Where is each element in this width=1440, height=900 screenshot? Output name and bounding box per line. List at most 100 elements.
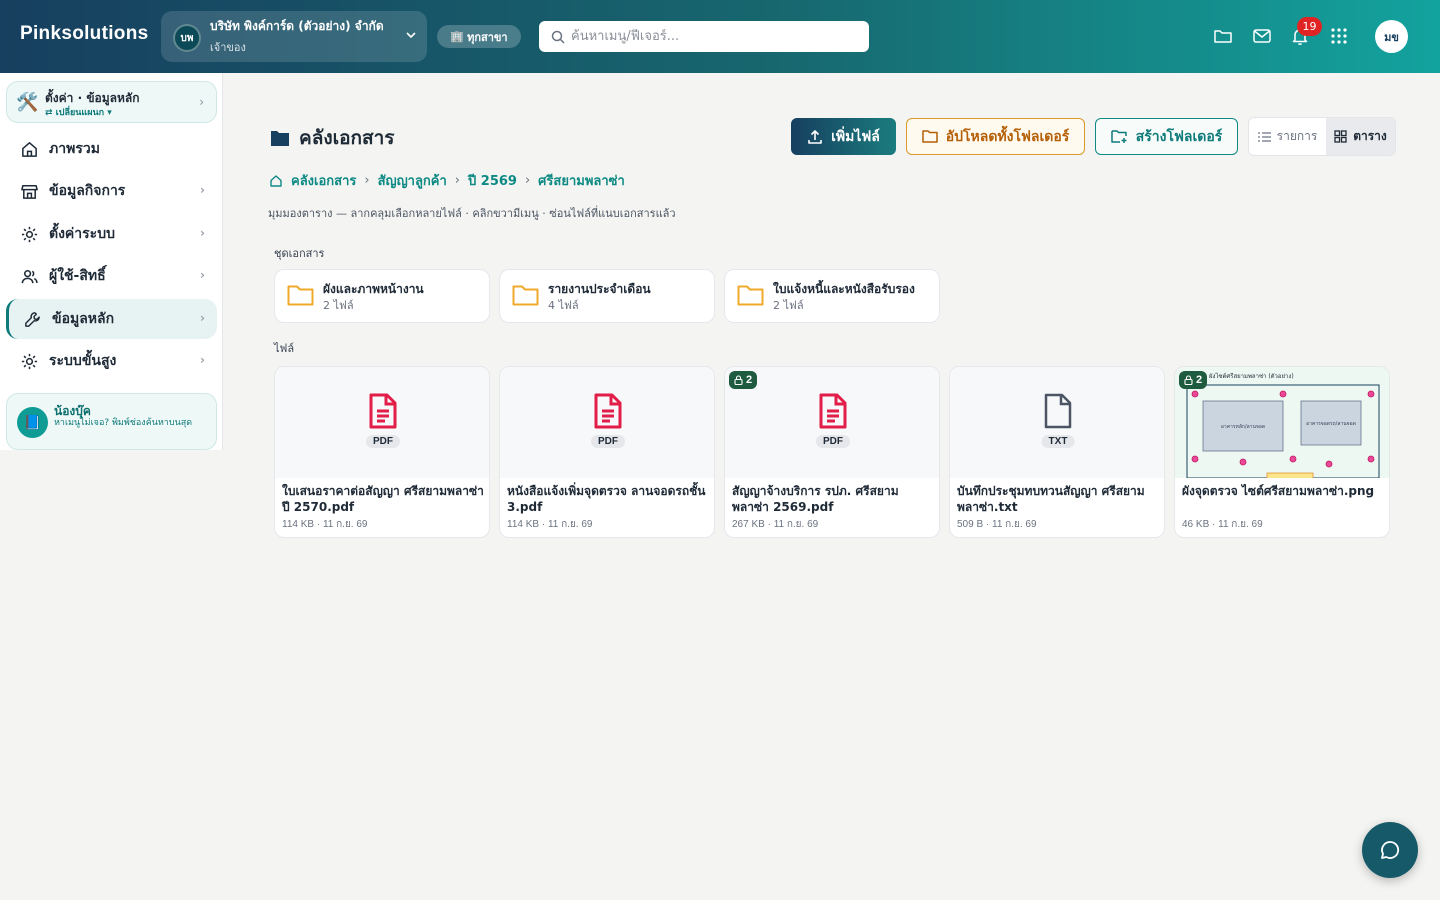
page-title: คลังเอกสาร (270, 123, 395, 153)
preview-label: อาคารจอดรถ/ลานจอด (1306, 421, 1356, 427)
file-type-badge: TXT (1041, 435, 1075, 448)
sidebar-item-label: ตั้งค่าระบบ (49, 226, 115, 242)
attachment-lock-badge: 2 (729, 371, 758, 389)
folder-card[interactable]: ผังและภาพหน้างาน 2 ไฟล์ (274, 269, 490, 323)
file-card[interactable]: TXT บันทึกประชุมทบทวนสัญญา ศรีสยามพลาซ่า… (949, 366, 1165, 538)
mail-icon[interactable] (1252, 26, 1272, 46)
sidebar-item-advanced[interactable]: ระบบขั้นสูง › (6, 341, 217, 381)
home-icon (22, 141, 37, 157)
file-type-badge: PDF (591, 435, 625, 448)
file-thumbnail: PDF (725, 367, 939, 478)
file-type-badge: PDF (816, 435, 850, 448)
chat-bubble-icon (1381, 841, 1400, 859)
file-card[interactable]: ผังไซต์ศรีสยามพลาซ่า (ตัวอย่าง) อาคารหลั… (1174, 366, 1390, 538)
breadcrumb-item[interactable]: คลังเอกสาร (291, 170, 356, 191)
preview-title: ผังไซต์ศรีสยามพลาซ่า (ตัวอย่าง) (1209, 373, 1294, 380)
sidebar-item-overview[interactable]: ภาพรวม (6, 129, 217, 169)
upload-icon (808, 129, 822, 144)
folder-icon[interactable] (1213, 26, 1233, 46)
sidebar-item-business-info[interactable]: ข้อมูลกิจการ › (6, 171, 217, 211)
chat-button[interactable] (1362, 822, 1418, 878)
company-switcher[interactable]: บพ บริษัท พิงค์การ์ด (ตัวอย่าง) จำกัด เจ… (161, 11, 427, 62)
change-department-link[interactable]: ⇄ เปลี่ยนแผนก ▾ (45, 105, 112, 119)
folder-card[interactable]: ใบแจ้งหนี้และหนังสือรับรอง 2 ไฟล์ (724, 269, 940, 323)
file-meta: 114 KB · 11 ก.ย. 69 (282, 519, 368, 530)
grid-view-button[interactable]: ตาราง (1325, 118, 1395, 155)
store-icon (21, 184, 38, 199)
search-icon (551, 30, 565, 44)
file-type-badge: PDF (366, 435, 400, 448)
file-name: หนังสือแจ้งเพิ่มจุดตรวจ ลานจอดรถชั้น 3.p… (507, 484, 706, 514)
branch-selector[interactable]: 🏢 ทุกสาขา (437, 25, 521, 48)
files-section-label: ไฟล์ (274, 342, 295, 355)
company-role: เจ้าของ (210, 41, 246, 54)
sidebar-item-master-data[interactable]: ข้อมูลหลัก › (6, 299, 217, 339)
view-toggle: รายการ ตาราง (1248, 117, 1396, 156)
search-input[interactable] (571, 29, 851, 44)
chevron-right-icon: › (200, 268, 205, 282)
folder-icon (737, 285, 764, 306)
file-thumbnail: PDF (500, 367, 714, 478)
pdf-file-icon (369, 393, 397, 429)
chevron-right-icon: › (199, 95, 204, 109)
folder-count: 4 ไฟล์ (548, 299, 579, 312)
breadcrumb-item[interactable]: สัญญาลูกค้า (378, 170, 447, 191)
branch-label: ทุกสาขา (467, 30, 508, 44)
sidebar-item-system-settings[interactable]: ตั้งค่าระบบ › (6, 214, 217, 254)
file-name: ผังจุดตรวจ ไซต์ศรีสยามพลาซ่า.png (1182, 484, 1375, 498)
breadcrumb-separator: › (524, 173, 531, 188)
breadcrumb-item[interactable]: ศรีสยามพลาซ่า (538, 170, 625, 191)
user-avatar[interactable]: มข (1375, 20, 1408, 53)
file-meta: 509 B · 11 ก.ย. 69 (957, 519, 1037, 530)
list-view-label: รายการ (1276, 129, 1318, 143)
image-preview: ผังไซต์ศรีสยามพลาซ่า (ตัวอย่าง) อาคารหลั… (1175, 367, 1389, 480)
upload-folder-label: อัปโหลดทั้งโฟลเดอร์ (945, 128, 1070, 145)
add-file-button[interactable]: เพิ่มไฟล์ (791, 118, 896, 155)
attachment-lock-badge: 2 (1179, 371, 1208, 389)
sidebar: 🛠️ ตั้งค่า · ข้อมูลหลัก ⇄ เปลี่ยนแผนก ▾ … (0, 73, 223, 450)
chevron-right-icon: › (200, 226, 205, 240)
folder-icon (271, 131, 289, 146)
create-folder-button[interactable]: สร้างโฟลเดอร์ (1095, 118, 1238, 155)
building-icon: 🏢 (450, 30, 465, 43)
breadcrumb-item[interactable]: ปี 2569 (468, 170, 517, 191)
wrench-icon (25, 311, 40, 327)
file-name: บันทึกประชุมทบทวนสัญญา ศรีสยามพลาซ่า.txt (957, 484, 1145, 514)
file-thumbnail: PDF (275, 367, 489, 478)
file-card[interactable]: PDF ใบเสนอราคาต่อสัญญา ศรีสยามพลาซ่า ปี … (274, 366, 490, 538)
breadcrumb: คลังเอกสาร › สัญญาลูกค้า › ปี 2569 › ศรี… (269, 170, 625, 191)
book-icon: 📘 (17, 407, 48, 438)
lock-icon (734, 375, 743, 385)
company-name: บริษัท พิงค์การ์ด (ตัวอย่าง) จำกัด (210, 19, 384, 33)
breadcrumb-separator: › (454, 173, 460, 188)
apps-grid-icon[interactable] (1329, 26, 1349, 46)
chevron-right-icon: › (200, 311, 205, 325)
file-card[interactable]: PDF 2 สัญญาจ้างบริการ รปภ. ศรีสยามพลาซ่า… (724, 366, 940, 538)
list-view-button[interactable]: รายการ (1249, 118, 1326, 155)
file-card[interactable]: PDF หนังสือแจ้งเพิ่มจุดตรวจ ลานจอดรถชั้น… (499, 366, 715, 538)
assistant-helper[interactable]: 📘 น้องบุ๊ค หาเมนูไม่เจอ? พิมพ์ช่องค้นหาบ… (6, 393, 217, 450)
view-hint: มุมมองตาราง — ลากคลุมเลือกหลายไฟล์ · คลิ… (268, 207, 676, 220)
grid-icon (1334, 130, 1347, 143)
grid-view-label: ตาราง (1353, 129, 1387, 143)
notification-badge: 19 (1297, 17, 1322, 36)
department-switcher[interactable]: 🛠️ ตั้งค่า · ข้อมูลหลัก ⇄ เปลี่ยนแผนก ▾ … (6, 81, 217, 123)
brand-logo[interactable]: Pinksolutions (20, 23, 148, 45)
sidebar-item-label: ข้อมูลหลัก (52, 311, 115, 327)
file-thumbnail: TXT (950, 367, 1164, 478)
company-badge: บพ (173, 24, 201, 52)
folders-section-label: ชุดเอกสาร (274, 247, 325, 260)
lock-count: 2 (1196, 374, 1203, 386)
sidebar-item-users[interactable]: ผู้ใช้-สิทธิ์ › (6, 256, 217, 296)
search-bar[interactable] (539, 21, 869, 52)
sidebar-item-label: ข้อมูลกิจการ (49, 183, 126, 199)
text-file-icon (1044, 393, 1072, 429)
file-meta: 46 KB · 11 ก.ย. 69 (1182, 519, 1263, 530)
upload-folder-button[interactable]: อัปโหลดทั้งโฟลเดอร์ (906, 118, 1085, 155)
folder-card[interactable]: รายงานประจำเดือน 4 ไฟล์ (499, 269, 715, 323)
file-meta: 114 KB · 11 ก.ย. 69 (507, 519, 593, 530)
sidebar-item-label: ระบบขั้นสูง (49, 353, 117, 369)
chevron-right-icon: › (200, 353, 205, 367)
home-icon (270, 174, 282, 187)
gear-icon (21, 226, 38, 242)
